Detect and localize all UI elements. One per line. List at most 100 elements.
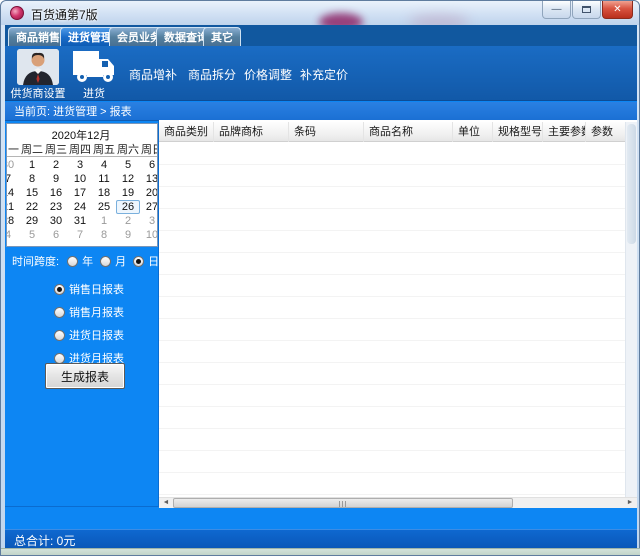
calendar-day[interactable]: 5 xyxy=(116,158,140,172)
calendar-day[interactable]: 20 xyxy=(140,186,158,200)
toolbar-price-adjust[interactable]: 价格调整 xyxy=(244,66,292,83)
calendar-day[interactable]: 7 xyxy=(68,228,92,242)
calendar-day[interactable]: 8 xyxy=(20,172,44,186)
title-bar[interactable]: 百货通第7版 — ✕ xyxy=(1,1,639,25)
calendar-today-row[interactable]: 今天: 2020/12/26 星期六 xyxy=(6,242,158,247)
table-body[interactable] xyxy=(159,143,625,497)
calendar[interactable]: 2020年12月 周一周二周三周四周五周六周日 3012345678910111… xyxy=(6,123,158,247)
calendar-month-title[interactable]: 2020年12月 xyxy=(6,124,158,141)
calendar-day[interactable]: 1 xyxy=(20,158,44,172)
radio-icon xyxy=(100,256,111,267)
calendar-day[interactable]: 11 xyxy=(92,172,116,186)
calendar-day[interactable]: 21 xyxy=(6,200,20,214)
calendar-weekday: 周六 xyxy=(116,141,140,157)
radio-icon xyxy=(54,330,65,341)
toolbar-supplier-settings[interactable]: 供货商设置 xyxy=(7,49,69,101)
radio-icon xyxy=(67,256,78,267)
calendar-day[interactable]: 24 xyxy=(68,200,92,214)
today-label: 今天: 2020/12/26 星期六 xyxy=(25,245,144,247)
calendar-day-selected[interactable]: 26 xyxy=(116,200,140,214)
calendar-day[interactable]: 6 xyxy=(44,228,68,242)
report-type-option[interactable]: 销售日报表 xyxy=(54,281,124,297)
calendar-day[interactable]: 12 xyxy=(116,172,140,186)
calendar-day[interactable]: 25 xyxy=(92,200,116,214)
calendar-day[interactable]: 4 xyxy=(6,228,20,242)
toolbar-goods-supplement[interactable]: 商品增补 xyxy=(129,66,177,83)
column-header[interactable]: 规格型号 xyxy=(493,122,543,142)
scroll-left-arrow-icon[interactable]: ◄ xyxy=(160,498,172,508)
column-header[interactable]: 商品名称 xyxy=(364,122,453,142)
time-span-option[interactable]: 日 xyxy=(133,253,159,269)
calendar-day[interactable]: 2 xyxy=(116,214,140,228)
calendar-weekday: 周一 xyxy=(6,141,20,157)
time-span-label: 时间跨度: xyxy=(5,253,59,269)
calendar-day[interactable]: 10 xyxy=(68,172,92,186)
calendar-weekday: 周日 xyxy=(140,141,158,157)
column-header[interactable]: 条码 xyxy=(289,122,364,142)
vertical-scrollbar[interactable] xyxy=(625,122,637,497)
calendar-day[interactable]: 1 xyxy=(92,214,116,228)
report-type-option[interactable]: 销售月报表 xyxy=(54,304,124,320)
calendar-day[interactable]: 5 xyxy=(20,228,44,242)
status-bar: 总合计: 0元 xyxy=(5,529,637,550)
toolbar: 供货商设置 进货 商品增补 商品拆分 价格调整 补充定 xyxy=(5,46,637,101)
column-header[interactable]: 主要参数 xyxy=(543,122,586,142)
calendar-day[interactable]: 8 xyxy=(92,228,116,242)
calendar-day[interactable]: 2 xyxy=(44,158,68,172)
toolbar-supplement-price[interactable]: 补充定价 xyxy=(300,66,348,83)
calendar-day[interactable]: 23 xyxy=(44,200,68,214)
toolbar-goods-split[interactable]: 商品拆分 xyxy=(188,66,236,83)
radio-label: 进货日报表 xyxy=(69,327,124,343)
app-body: 商品销售 进货管理 会员业务 数据查询 其它 供货商设置 xyxy=(5,25,637,550)
maximize-button[interactable] xyxy=(572,1,601,19)
tab-goods-sale[interactable]: 商品销售 xyxy=(8,27,68,46)
calendar-day[interactable]: 27 xyxy=(140,200,158,214)
calendar-day[interactable]: 10 xyxy=(140,228,158,242)
time-span-option[interactable]: 年 xyxy=(67,253,93,269)
calendar-day[interactable]: 31 xyxy=(68,214,92,228)
calendar-day[interactable]: 3 xyxy=(140,214,158,228)
calendar-day[interactable]: 22 xyxy=(20,200,44,214)
window-bottom-border xyxy=(1,548,640,555)
column-header[interactable]: 商品类别 xyxy=(159,122,214,142)
toolbar-item-label: 供货商设置 xyxy=(7,85,69,101)
calendar-day[interactable]: 16 xyxy=(44,186,68,200)
calendar-day[interactable]: 4 xyxy=(92,158,116,172)
time-span-option[interactable]: 月 xyxy=(100,253,126,269)
calendar-day[interactable]: 3 xyxy=(68,158,92,172)
report-type-option[interactable]: 进货日报表 xyxy=(54,327,124,343)
titlebar-glass-artifact xyxy=(409,15,469,25)
calendar-day[interactable]: 9 xyxy=(116,228,140,242)
calendar-day[interactable]: 9 xyxy=(44,172,68,186)
calendar-day[interactable]: 15 xyxy=(20,186,44,200)
calendar-day[interactable]: 13 xyxy=(140,172,158,186)
calendar-day[interactable]: 28 xyxy=(6,214,20,228)
calendar-day[interactable]: 19 xyxy=(116,186,140,200)
scroll-right-arrow-icon[interactable]: ► xyxy=(624,498,636,508)
tab-other[interactable]: 其它 xyxy=(203,27,241,46)
close-button[interactable]: ✕ xyxy=(602,1,633,19)
column-header[interactable]: 品牌商标 xyxy=(214,122,289,142)
calendar-day[interactable]: 29 xyxy=(20,214,44,228)
calendar-day[interactable]: 18 xyxy=(92,186,116,200)
minimize-button[interactable]: — xyxy=(542,1,571,19)
calendar-weekday: 周二 xyxy=(20,141,44,157)
radio-label: 月 xyxy=(115,253,126,269)
calendar-day[interactable]: 14 xyxy=(6,186,20,200)
calendar-day[interactable]: 6 xyxy=(140,158,158,172)
horizontal-scrollbar[interactable]: ◄ ► xyxy=(159,497,637,508)
calendar-day[interactable]: 30 xyxy=(44,214,68,228)
app-icon xyxy=(10,6,24,20)
calendar-day[interactable]: 17 xyxy=(68,186,92,200)
column-header[interactable]: 单位 xyxy=(453,122,493,142)
calendar-weekday: 周三 xyxy=(44,141,68,157)
vertical-scrollbar-thumb[interactable] xyxy=(627,124,636,244)
calendar-day[interactable]: 7 xyxy=(6,172,20,186)
radio-label: 销售日报表 xyxy=(69,281,124,297)
horizontal-scrollbar-thumb[interactable] xyxy=(173,498,513,508)
total-sum-label: 总合计: 0元 xyxy=(14,532,75,549)
generate-report-button[interactable]: 生成报表 xyxy=(45,363,125,389)
calendar-day[interactable]: 30 xyxy=(6,158,20,172)
toolbar-purchase[interactable]: 进货 xyxy=(67,49,121,101)
radio-icon xyxy=(54,284,65,295)
